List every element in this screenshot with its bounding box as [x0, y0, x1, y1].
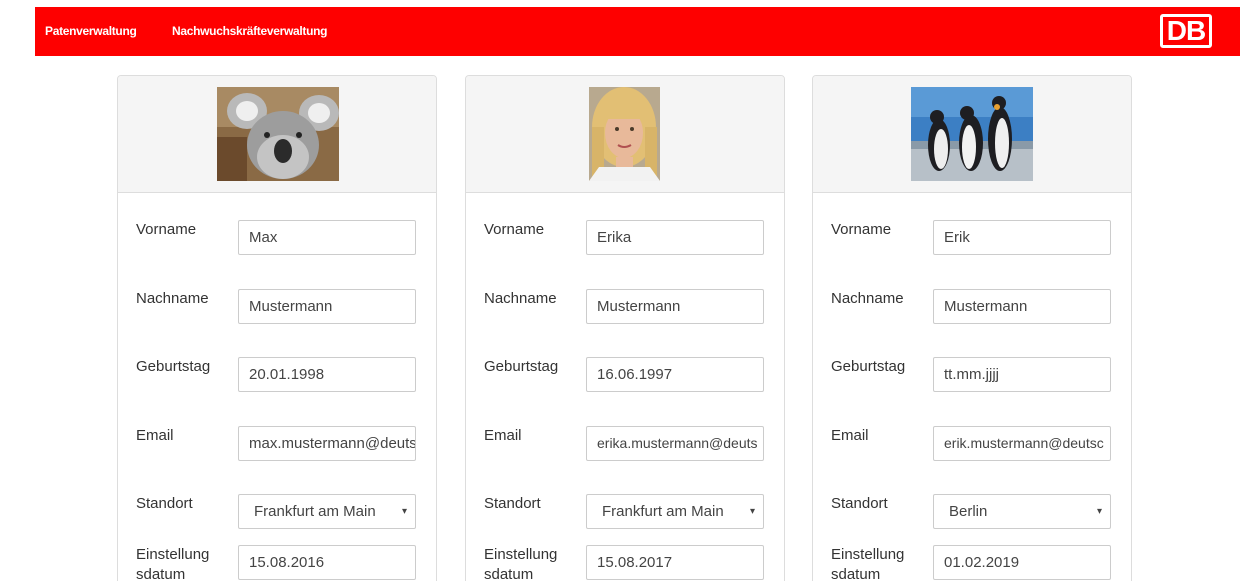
chevron-down-icon: ▾ [401, 506, 407, 517]
email-row: Email erik.mustermann@deutsc [831, 426, 1111, 466]
chevron-down-icon: ▾ [749, 506, 755, 517]
top-navbar: Patenverwaltung Nachwuchskräfteverwaltun… [35, 7, 1240, 56]
email-input[interactable]: erik.mustermann@deutsc [933, 426, 1111, 461]
standort-value: Berlin [949, 503, 988, 520]
nachname-input[interactable]: Mustermann [238, 289, 416, 324]
geburtstag-input[interactable]: tt.mm.jjjj [933, 357, 1111, 392]
nachname-row: Nachname Mustermann [136, 289, 416, 329]
standort-value: Frankfurt am Main [602, 503, 724, 520]
geburtstag-row: Geburtstag 16.06.1997 [484, 357, 764, 397]
nachname-row: Nachname Mustermann [831, 289, 1111, 329]
geburtstag-row: Geburtstag tt.mm.jjjj [831, 357, 1111, 397]
card-header [466, 76, 784, 193]
geburtstag-row: Geburtstag 20.01.1998 [136, 357, 416, 397]
einstellungsdatum-input[interactable]: 15.08.2017 [586, 545, 764, 580]
nachname-row: Nachname Mustermann [484, 289, 764, 329]
email-input[interactable]: erika.mustermann@deuts [586, 426, 764, 461]
einstellungsdatum-row: Einstellung sdatum 15.08.2016 [136, 545, 416, 581]
einstellungsdatum-label-line1: Einstellung [831, 546, 905, 563]
person-card: Vorname Erik Nachname Mustermann Geburts… [812, 75, 1132, 581]
einstellungsdatum-label: Einstellung sdatum [484, 545, 574, 581]
email-row: Email max.mustermann@deuts [136, 426, 416, 466]
vorname-input[interactable]: Max [238, 220, 416, 255]
nachname-label: Nachname [484, 290, 557, 307]
chevron-down-icon: ▾ [1096, 506, 1102, 517]
standort-value: Frankfurt am Main [254, 503, 376, 520]
email-label: Email [831, 427, 869, 444]
geburtstag-label: Geburtstag [136, 358, 211, 375]
vorname-row: Vorname Max [136, 220, 416, 260]
card-header [813, 76, 1131, 193]
standort-select[interactable]: Frankfurt am Main ▾ [586, 494, 764, 529]
standort-label: Standort [136, 495, 193, 512]
einstellungsdatum-label-line1: Einstellung [484, 546, 558, 563]
email-label: Email [136, 427, 174, 444]
nachname-label: Nachname [136, 290, 209, 307]
email-row: Email erika.mustermann@deuts [484, 426, 764, 466]
vorname-input[interactable]: Erik [933, 220, 1111, 255]
vorname-label: Vorname [136, 221, 197, 238]
nachname-input[interactable]: Mustermann [586, 289, 764, 324]
vorname-input[interactable]: Erika [586, 220, 764, 255]
einstellungsdatum-label-line1: Einstellung [136, 546, 210, 563]
einstellungsdatum-label: Einstellung sdatum [831, 545, 921, 581]
email-input[interactable]: max.mustermann@deuts [238, 426, 416, 461]
nav-nachwuchskraefteverwaltung[interactable]: Nachwuchskräfteverwaltung [172, 24, 328, 38]
einstellungsdatum-label-line2: sdatum [484, 566, 534, 581]
penguins-photo [911, 87, 1033, 181]
woman-portrait-photo [589, 87, 660, 181]
vorname-row: Vorname Erik [831, 220, 1111, 260]
geburtstag-label: Geburtstag [484, 358, 559, 375]
koala-photo [217, 87, 339, 181]
vorname-label: Vorname [831, 221, 892, 238]
geburtstag-input[interactable]: 16.06.1997 [586, 357, 764, 392]
email-label: Email [484, 427, 522, 444]
nachname-input[interactable]: Mustermann [933, 289, 1111, 324]
nav-patenverwaltung[interactable]: Patenverwaltung [45, 24, 137, 38]
standort-row: Standort Frankfurt am Main ▾ [136, 494, 416, 534]
card-header [118, 76, 436, 193]
standort-select[interactable]: Berlin ▾ [933, 494, 1111, 529]
einstellungsdatum-row: Einstellung sdatum 15.08.2017 [484, 545, 764, 581]
standort-label: Standort [831, 495, 888, 512]
vorname-row: Vorname Erika [484, 220, 764, 260]
person-card: Vorname Erika Nachname Mustermann Geburt… [465, 75, 785, 581]
standort-row: Standort Frankfurt am Main ▾ [484, 494, 764, 534]
person-card: Vorname Max Nachname Mustermann Geburtst… [117, 75, 437, 581]
db-logo: DB [1160, 14, 1212, 48]
geburtstag-label: Geburtstag [831, 358, 906, 375]
einstellungsdatum-input[interactable]: 01.02.2019 [933, 545, 1111, 580]
einstellungsdatum-label-line2: sdatum [136, 566, 186, 581]
einstellungsdatum-input[interactable]: 15.08.2016 [238, 545, 416, 580]
standort-row: Standort Berlin ▾ [831, 494, 1111, 534]
geburtstag-input[interactable]: 20.01.1998 [238, 357, 416, 392]
einstellungsdatum-row: Einstellung sdatum 01.02.2019 [831, 545, 1111, 581]
einstellungsdatum-label: Einstellung sdatum [136, 545, 226, 581]
einstellungsdatum-label-line2: sdatum [831, 566, 881, 581]
nachname-label: Nachname [831, 290, 904, 307]
standort-label: Standort [484, 495, 541, 512]
standort-select[interactable]: Frankfurt am Main ▾ [238, 494, 416, 529]
vorname-label: Vorname [484, 221, 545, 238]
